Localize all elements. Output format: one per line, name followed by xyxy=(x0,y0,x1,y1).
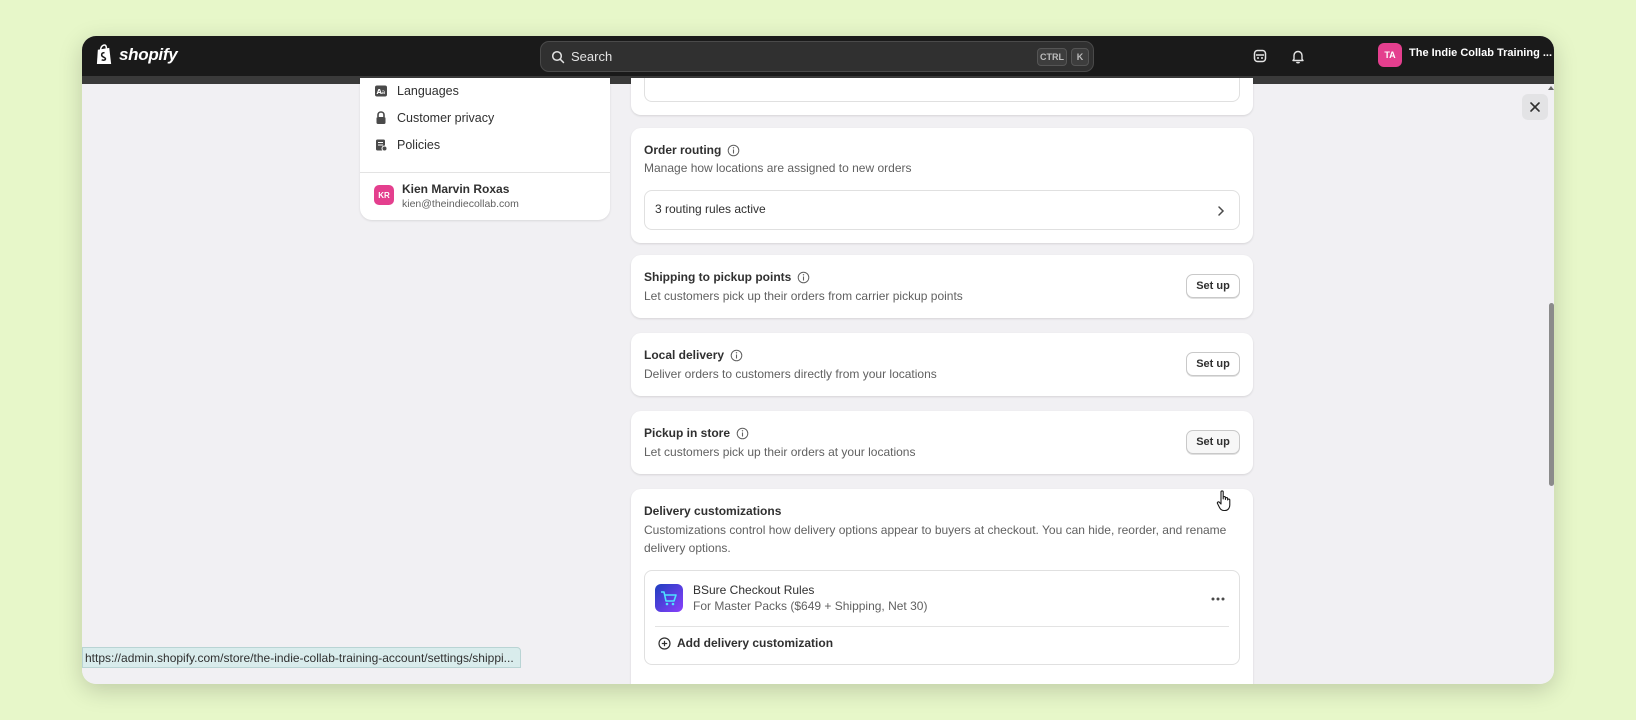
info-icon[interactable] xyxy=(797,271,810,284)
search-icon xyxy=(551,50,565,63)
languages-icon: A a xyxy=(374,84,388,98)
delivery-customizations-card: Delivery customizations Customizations c… xyxy=(631,489,1253,684)
lock-icon xyxy=(374,111,388,125)
close-icon xyxy=(1530,102,1540,112)
more-options-icon[interactable] xyxy=(1211,597,1225,601)
policies-icon xyxy=(374,138,388,152)
delivery-customizations-title-text: Delivery customizations xyxy=(644,504,782,518)
cart-icon xyxy=(661,591,677,606)
logo-text: shopify xyxy=(119,45,178,64)
sidebar-item-policies[interactable]: Policies xyxy=(374,138,440,152)
sidekick-icon[interactable] xyxy=(1250,46,1270,66)
order-routing-title-text: Order routing xyxy=(644,143,722,157)
user-email: kien@theindiecollab.com xyxy=(402,198,519,210)
order-routing-title: Order routing xyxy=(644,143,740,157)
status-bar-url: https://admin.shopify.com/store/the-indi… xyxy=(82,647,521,668)
local-delivery-title-text: Local delivery xyxy=(644,348,725,362)
scrollbar-thumb[interactable] xyxy=(1549,303,1554,486)
delivery-customizations-description: Customizations control how delivery opti… xyxy=(644,523,1227,555)
sidebar-item-label: Customer privacy xyxy=(397,111,495,125)
previous-section-card xyxy=(631,78,1253,115)
search-input[interactable]: Search CTRL K xyxy=(540,41,1094,72)
info-icon[interactable] xyxy=(727,144,740,157)
settings-sidebar: A a Languages Customer privacy Policies … xyxy=(360,78,610,220)
pickup-points-title-text: Shipping to pickup points xyxy=(644,270,792,284)
routing-rules-row[interactable]: 3 routing rules active xyxy=(644,190,1240,230)
pickup-in-store-title: Pickup in store xyxy=(644,426,749,440)
sidebar-item-label: Policies xyxy=(397,138,441,152)
settings-content: A a Languages Customer privacy Policies … xyxy=(82,78,1554,684)
add-delivery-customization-button[interactable]: Add delivery customization xyxy=(658,636,833,650)
previous-section-inner-box xyxy=(644,78,1240,102)
plus-circle-icon xyxy=(658,636,671,650)
user-name: Kien Marvin Roxas xyxy=(402,182,510,196)
sidebar-divider xyxy=(360,172,610,173)
sidebar-item-languages[interactable]: A a Languages xyxy=(374,84,459,98)
info-icon[interactable] xyxy=(736,427,749,440)
scroll-up-arrow[interactable] xyxy=(1548,86,1554,90)
app-name[interactable]: BSure Checkout Rules xyxy=(693,583,814,597)
sidebar-item-label: Languages xyxy=(397,84,459,98)
local-delivery-setup-button[interactable]: Set up xyxy=(1186,352,1240,376)
sidebar-item-customer-privacy[interactable]: Customer privacy xyxy=(374,111,494,125)
add-customization-label: Add delivery customization xyxy=(677,636,834,650)
pickup-points-title: Shipping to pickup points xyxy=(644,270,810,284)
search-placeholder: Search xyxy=(571,49,613,64)
shortcut-ctrl-key: CTRL xyxy=(1037,48,1067,66)
pickup-in-store-setup-button[interactable]: Set up xyxy=(1186,430,1240,454)
user-avatar: KR xyxy=(374,185,394,205)
delivery-customizations-title: Delivery customizations xyxy=(644,504,781,518)
local-delivery-title: Local delivery xyxy=(644,348,743,362)
info-icon[interactable] xyxy=(730,349,743,362)
list-divider xyxy=(655,626,1229,627)
shopify-bag-icon xyxy=(96,44,112,65)
store-name[interactable]: The Indie Collab Training ... xyxy=(1409,47,1552,59)
local-delivery-card: Local delivery Deliver orders to custome… xyxy=(631,333,1253,396)
store-avatar[interactable]: TA xyxy=(1378,43,1402,67)
shortcut-k-key: K xyxy=(1071,48,1089,66)
close-button[interactable] xyxy=(1522,94,1548,120)
browser-window: shopify Search CTRL K TA The Indie Colla… xyxy=(82,36,1554,684)
pickup-points-description: Let customers pick up their orders from … xyxy=(644,289,963,303)
pickup-in-store-description: Let customers pick up their orders at yo… xyxy=(644,445,916,459)
svg-text:a: a xyxy=(382,89,386,96)
pickup-points-card: Shipping to pickup points Let customers … xyxy=(631,255,1253,318)
pickup-points-setup-button[interactable]: Set up xyxy=(1186,274,1240,298)
bell-icon[interactable] xyxy=(1288,46,1308,66)
local-delivery-description: Deliver orders to customers directly fro… xyxy=(644,367,937,381)
chevron-right-icon xyxy=(1218,206,1225,216)
routing-rules-label: 3 routing rules active xyxy=(655,202,766,216)
hand-cursor-icon xyxy=(1216,490,1231,512)
order-routing-description: Manage how locations are assigned to new… xyxy=(644,161,912,175)
order-routing-card: Order routing Manage how locations are a… xyxy=(631,128,1253,243)
pickup-in-store-title-text: Pickup in store xyxy=(644,426,731,440)
bsure-app-icon xyxy=(655,584,683,612)
pickup-in-store-card: Pickup in store Let customers pick up th… xyxy=(631,411,1253,474)
customizations-list: BSure Checkout Rules For Master Packs ($… xyxy=(644,570,1240,665)
shopify-logo[interactable]: shopify xyxy=(95,44,178,66)
app-subtitle: For Master Packs ($649 + Shipping, Net 3… xyxy=(693,599,928,613)
